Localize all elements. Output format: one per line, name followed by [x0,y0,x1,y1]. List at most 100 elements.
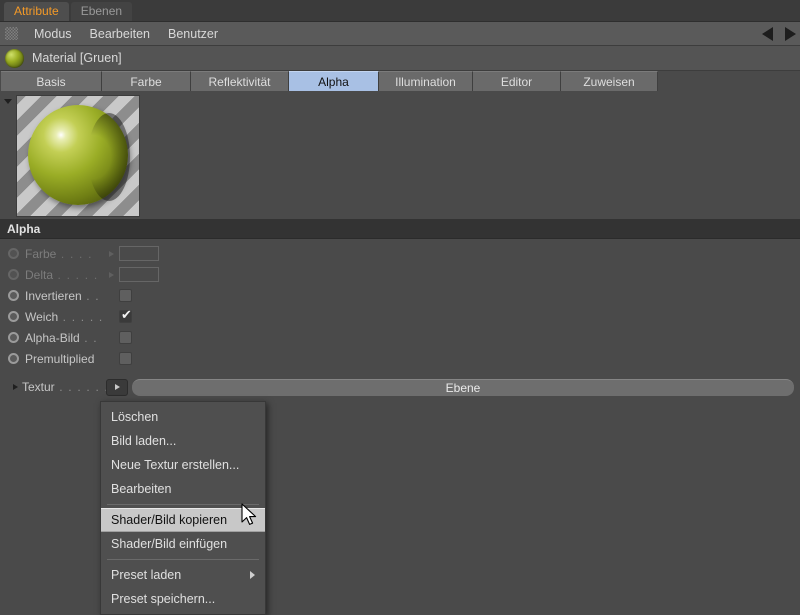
label-alpha-bild-text: Alpha-Bild [25,330,80,345]
menu-benutzer[interactable]: Benutzer [159,23,227,45]
menu-item-preset-speichern[interactable]: Preset speichern... [101,587,265,611]
animation-dot-premultiplied[interactable] [8,353,19,364]
submenu-arrow-icon [250,571,255,579]
preview-sphere [28,105,130,205]
animation-dot-delta[interactable] [8,269,19,280]
tab-farbe-label: Farbe [130,74,162,89]
tab-editor[interactable]: Editor [473,71,561,91]
animation-dot-invertieren[interactable] [8,290,19,301]
section-title: Alpha [7,221,41,236]
label-delta-text: Delta [25,267,54,282]
menu-modus-label: Modus [34,26,72,41]
menu-item-bild-laden-label: Bild laden... [111,434,177,448]
menu-item-preset-laden[interactable]: Preset laden [101,563,265,587]
tab-ebenen[interactable]: Ebenen [70,2,133,21]
label-alpha-bild-dots: . . [79,330,98,345]
property-tab-bar: Basis Farbe Reflektivität Alpha Illumina… [0,71,800,91]
section-header-alpha: Alpha [0,219,800,239]
label-textur-dots: . . . . . . [54,380,106,394]
nav-back-arrow-icon[interactable] [762,26,773,41]
menu-bearbeiten[interactable]: Bearbeiten [81,23,159,45]
drag-grip-icon[interactable] [5,27,18,40]
label-delta-dots: . . . . . [53,267,99,282]
tab-illumination[interactable]: Illumination [379,71,473,91]
nav-forward-arrow-icon[interactable] [785,26,796,41]
menu-item-neue-textur-erstellen[interactable]: Neue Textur erstellen... [101,453,265,477]
navigation-arrows [762,26,800,41]
menu-item-preset-speichern-label: Preset speichern... [111,592,216,606]
menu-item-shader-bild-kopieren-label: Shader/Bild kopieren [111,513,228,527]
animation-dot-farbe[interactable] [8,248,19,259]
property-row-farbe: Farbe . . . . [0,243,800,264]
menu-item-bild-laden[interactable]: Bild laden... [101,429,265,453]
label-premultiplied-text: Premultiplied [25,351,95,366]
menu-item-shader-bild-einfuegen-label: Shader/Bild einfügen [111,537,228,551]
tab-reflektivitaet-label: Reflektivität [208,74,271,89]
checkbox-alpha-bild[interactable] [119,331,132,344]
property-row-weich: Weich . . . . . . [0,306,800,327]
menu-item-neue-textur-erstellen-label: Neue Textur erstellen... [111,458,240,472]
checkbox-invertieren[interactable] [119,289,132,302]
menu-bar: Modus Bearbeiten Benutzer [0,22,800,46]
expand-delta[interactable] [103,271,119,278]
menu-item-shader-bild-einfuegen[interactable]: Shader/Bild einfügen [101,532,265,556]
label-farbe-text: Farbe [25,246,57,261]
tab-alpha-label: Alpha [318,74,349,89]
animation-dot-alpha-bild[interactable] [8,332,19,343]
property-row-premultiplied: Premultiplied [0,348,800,369]
preview-collapse-toggle[interactable] [0,95,16,104]
checkbox-premultiplied[interactable] [119,352,132,365]
label-weich: Weich . . . . . . [25,310,103,324]
property-row-delta: Delta . . . . . [0,264,800,285]
tab-attribute[interactable]: Attribute [4,2,69,21]
tab-zuweisen[interactable]: Zuweisen [561,71,658,91]
triangle-right-icon [12,384,18,390]
menu-separator [107,504,259,505]
tab-reflektivitaet[interactable]: Reflektivität [191,71,289,91]
label-farbe-dots: . . . . [56,246,93,261]
label-invertieren: Invertieren . . [25,289,103,303]
triangle-down-icon [4,99,12,104]
color-swatch-delta[interactable] [119,267,159,282]
expand-farbe[interactable] [103,250,119,257]
tab-zuweisen-label: Zuweisen [583,74,635,89]
animation-dot-weich[interactable] [8,311,19,322]
label-farbe: Farbe . . . . [25,247,103,261]
triangle-right-icon [108,250,114,257]
triangle-right-icon [108,271,114,278]
label-premultiplied: Premultiplied [25,352,103,366]
label-invertieren-text: Invertieren [25,288,82,303]
menu-item-bearbeiten[interactable]: Bearbeiten [101,477,265,501]
tab-farbe[interactable]: Farbe [102,71,191,91]
material-sphere-icon [5,48,24,68]
tab-alpha[interactable]: Alpha [289,71,379,91]
menu-item-bearbeiten-label: Bearbeiten [111,482,172,496]
window-tab-strip: Attribute Ebenen [0,0,800,22]
menu-item-shader-bild-kopieren[interactable]: Shader/Bild kopieren [101,508,265,532]
label-weich-text: Weich [25,309,59,324]
menu-bearbeiten-label: Bearbeiten [89,26,150,41]
menu-item-loeschen-label: Löschen [111,410,159,424]
label-textur-text: Textur [22,380,55,394]
tab-ebenen-label: Ebenen [80,4,123,18]
tab-attribute-label: Attribute [14,4,59,18]
menu-item-loeschen[interactable]: Löschen [101,405,265,429]
texture-menu-button[interactable] [106,378,128,396]
tab-basis-label: Basis [36,74,66,89]
checkbox-weich[interactable] [119,308,132,323]
menu-item-preset-laden-label: Preset laden [111,568,182,582]
page-title: Material [Gruen] [32,51,122,65]
expand-textur[interactable] [8,384,22,390]
label-weich-dots: . . . . . . [62,309,103,324]
texture-field[interactable]: Ebene [132,378,794,396]
material-preview-row [0,91,800,219]
property-row-alpha-bild: Alpha-Bild . . [0,327,800,348]
menu-benutzer-label: Benutzer [168,26,219,41]
tab-editor-label: Editor [500,74,533,89]
tab-basis[interactable]: Basis [1,71,102,91]
menu-modus[interactable]: Modus [25,23,81,45]
texture-context-menu: Löschen Bild laden... Neue Textur erstel… [100,401,266,615]
object-header: Material [Gruen] [0,46,800,71]
material-preview[interactable] [16,95,140,217]
color-swatch-farbe[interactable] [119,246,159,261]
